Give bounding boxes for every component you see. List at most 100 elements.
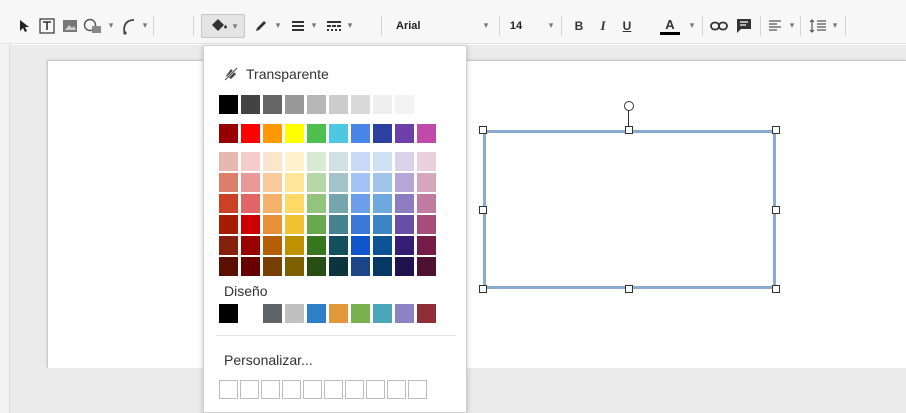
border-color-dropdown-icon[interactable]: ▾: [274, 19, 282, 31]
shape-icon[interactable]: [82, 15, 104, 37]
text-color-dropdown-icon[interactable]: ▾: [688, 19, 696, 31]
shade-swatch[interactable]: [285, 152, 304, 171]
shade-swatch[interactable]: [241, 194, 260, 213]
text-box-icon[interactable]: [37, 15, 57, 37]
resize-handle-bottom[interactable]: [625, 285, 633, 293]
shade-swatch[interactable]: [241, 257, 260, 276]
shade-swatch[interactable]: [307, 257, 326, 276]
shade-swatch[interactable]: [307, 173, 326, 192]
gray-swatch[interactable]: [351, 95, 370, 114]
gray-swatch[interactable]: [395, 95, 414, 114]
shade-swatch[interactable]: [373, 236, 392, 255]
shade-swatch[interactable]: [351, 215, 370, 234]
design-swatch[interactable]: [263, 304, 282, 323]
border-color-icon[interactable]: [250, 15, 272, 37]
shade-swatch[interactable]: [329, 236, 348, 255]
shade-swatch[interactable]: [241, 152, 260, 171]
custom-color-slot[interactable]: [240, 380, 259, 399]
shade-swatch[interactable]: [395, 173, 414, 192]
font-family-select[interactable]: Arial: [392, 15, 482, 37]
gray-swatch[interactable]: [219, 95, 238, 114]
color-swatch[interactable]: [219, 124, 238, 143]
shade-swatch[interactable]: [395, 236, 414, 255]
shade-swatch[interactable]: [417, 215, 436, 234]
shade-swatch[interactable]: [285, 236, 304, 255]
shade-swatch[interactable]: [417, 173, 436, 192]
design-swatch[interactable]: [351, 304, 370, 323]
color-swatch[interactable]: [329, 124, 348, 143]
shade-swatch[interactable]: [395, 257, 414, 276]
line-spacing-dropdown-icon[interactable]: ▾: [831, 19, 839, 31]
shade-swatch[interactable]: [329, 173, 348, 192]
font-family-dropdown-icon[interactable]: ▾: [482, 19, 490, 31]
gray-swatch[interactable]: [329, 95, 348, 114]
shade-swatch[interactable]: [285, 194, 304, 213]
design-swatch[interactable]: [329, 304, 348, 323]
shade-swatch[interactable]: [329, 215, 348, 234]
shade-swatch[interactable]: [307, 236, 326, 255]
resize-handle-bottom-left[interactable]: [479, 285, 487, 293]
shade-swatch[interactable]: [241, 215, 260, 234]
shade-swatch[interactable]: [351, 194, 370, 213]
gray-swatch[interactable]: [285, 95, 304, 114]
slide-page[interactable]: [47, 60, 906, 368]
shade-swatch[interactable]: [285, 173, 304, 192]
link-icon[interactable]: [709, 15, 729, 37]
design-swatch[interactable]: [417, 304, 436, 323]
shade-swatch[interactable]: [395, 152, 414, 171]
shade-swatch[interactable]: [351, 236, 370, 255]
shade-swatch[interactable]: [373, 173, 392, 192]
shade-swatch[interactable]: [285, 257, 304, 276]
shade-swatch[interactable]: [373, 194, 392, 213]
shade-swatch[interactable]: [307, 194, 326, 213]
custom-color-option[interactable]: Personalizar...: [224, 352, 313, 368]
resize-handle-bottom-right[interactable]: [772, 285, 780, 293]
custom-color-slot[interactable]: [408, 380, 427, 399]
shape-dropdown-icon[interactable]: ▾: [107, 19, 115, 31]
comment-icon[interactable]: [734, 15, 754, 37]
custom-color-slot[interactable]: [261, 380, 280, 399]
resize-handle-top-right[interactable]: [772, 126, 780, 134]
underline-button[interactable]: U: [620, 15, 634, 37]
shade-swatch[interactable]: [395, 215, 414, 234]
shade-swatch[interactable]: [373, 215, 392, 234]
design-swatch[interactable]: [395, 304, 414, 323]
shade-swatch[interactable]: [329, 152, 348, 171]
custom-color-slot[interactable]: [387, 380, 406, 399]
color-swatch[interactable]: [307, 124, 326, 143]
design-swatch[interactable]: [285, 304, 304, 323]
shade-swatch[interactable]: [307, 152, 326, 171]
shade-swatch[interactable]: [417, 152, 436, 171]
color-swatch[interactable]: [395, 124, 414, 143]
design-swatch[interactable]: [241, 304, 260, 323]
shade-swatch[interactable]: [329, 257, 348, 276]
shade-swatch[interactable]: [307, 215, 326, 234]
shade-swatch[interactable]: [263, 152, 282, 171]
shade-swatch[interactable]: [351, 152, 370, 171]
align-left-icon[interactable]: [765, 15, 785, 37]
design-swatch[interactable]: [219, 304, 238, 323]
resize-handle-top[interactable]: [625, 126, 633, 134]
shade-swatch[interactable]: [417, 257, 436, 276]
shade-swatch[interactable]: [263, 257, 282, 276]
custom-color-slot[interactable]: [366, 380, 385, 399]
shade-swatch[interactable]: [263, 173, 282, 192]
border-weight-icon[interactable]: [288, 15, 308, 37]
resize-handle-right[interactable]: [772, 206, 780, 214]
gray-swatch[interactable]: [263, 95, 282, 114]
shade-swatch[interactable]: [241, 236, 260, 255]
gray-swatch[interactable]: [241, 95, 260, 114]
color-swatch[interactable]: [373, 124, 392, 143]
resize-handle-left[interactable]: [479, 206, 487, 214]
fill-color-button[interactable]: ▾: [201, 14, 245, 38]
shade-swatch[interactable]: [219, 173, 238, 192]
shade-swatch[interactable]: [417, 236, 436, 255]
custom-color-slot[interactable]: [219, 380, 238, 399]
shade-swatch[interactable]: [351, 173, 370, 192]
font-size-dropdown-icon[interactable]: ▾: [547, 19, 555, 31]
shade-swatch[interactable]: [263, 194, 282, 213]
selected-rectangle-shape[interactable]: [483, 130, 776, 289]
shade-swatch[interactable]: [263, 236, 282, 255]
shade-swatch[interactable]: [219, 194, 238, 213]
shade-swatch[interactable]: [285, 215, 304, 234]
